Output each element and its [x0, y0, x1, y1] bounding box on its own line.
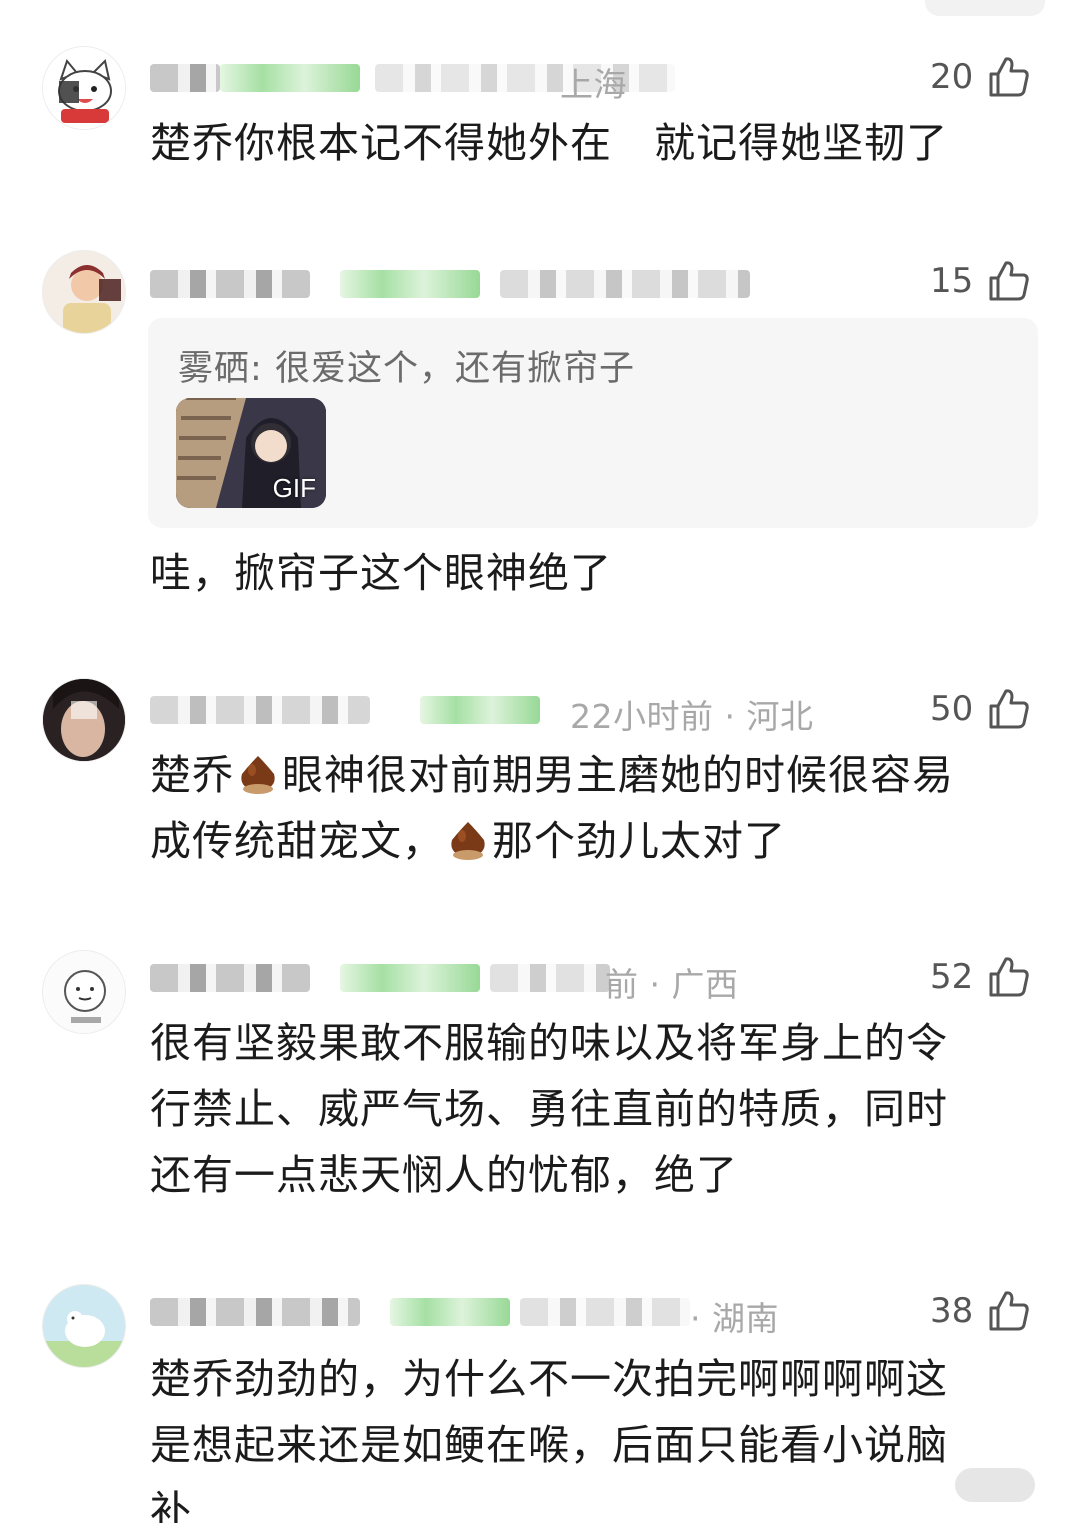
comment-time-location: 前 · 广西 — [605, 965, 739, 1004]
comment-meta: 22小时前 · 河北 — [150, 688, 930, 736]
comment-text-line: 行禁止、威严气场、勇往直前的特质，同时 — [150, 1085, 948, 1133]
avatar[interactable] — [42, 950, 126, 1034]
comment-text-part: 那个劲儿太对了 — [492, 817, 786, 865]
quoted-author: 雾硒 — [178, 349, 251, 389]
comment-text: 很有坚毅果敢不服输的味以及将军身上的令 行禁止、威严气场、勇往直前的特质，同时 … — [150, 1010, 1030, 1208]
user-badge — [420, 696, 540, 724]
comment-text: 楚乔你根本记不得她外在 就记得她坚韧了 — [150, 119, 949, 167]
comment-meta: 上海 — [150, 56, 930, 104]
user-badge — [340, 270, 480, 298]
quoted-reply-text: 雾硒: 很爱这个，还有掀帘子 — [178, 340, 635, 391]
like-button[interactable]: 52 — [930, 952, 1040, 1002]
cartoon-avatar-icon — [43, 951, 125, 1033]
comment-text-line: 很有坚毅果敢不服输的味以及将军身上的令 — [150, 1019, 948, 1067]
time-redacted — [500, 270, 750, 298]
comment-location: · 湖南 — [690, 1299, 779, 1338]
watermark-badge — [955, 1468, 1035, 1502]
quoted-separator: : — [250, 349, 263, 389]
like-button[interactable]: 38 — [930, 1286, 1040, 1336]
username-redacted — [150, 64, 220, 92]
thumbs-up-icon — [989, 689, 1029, 729]
avatar[interactable] — [42, 250, 126, 334]
comment-text: 哇，掀帘子这个眼神绝了 — [150, 549, 612, 597]
like-button[interactable]: 15 — [930, 256, 1040, 306]
user-badge — [390, 1298, 510, 1326]
chestnut-icon — [451, 822, 485, 860]
gif-label: GIF — [272, 473, 316, 503]
quoted-content: 很爱这个，还有掀帘子 — [274, 349, 635, 389]
thumbs-up-icon — [989, 957, 1029, 997]
time-redacted — [375, 64, 675, 92]
user-badge — [340, 964, 480, 992]
comment-text-part: 楚乔 — [150, 751, 234, 799]
chestnut-icon — [241, 756, 275, 794]
avatar[interactable] — [42, 46, 126, 130]
like-count: 20 — [930, 57, 974, 97]
comment-text: 楚乔 眼神很对前期男主磨她的时候很容易 成传统甜宠文， 那个劲儿太对了 — [150, 742, 1030, 874]
sheep-avatar-icon — [43, 1285, 125, 1367]
quoted-reply[interactable]: 雾硒: 很爱这个，还有掀帘子 GIF — [148, 318, 1038, 528]
username-redacted — [150, 270, 310, 298]
gif-thumbnail[interactable]: GIF — [176, 398, 326, 508]
comment-meta — [150, 262, 930, 306]
comment-text-line: 是想起来还是如鲠在喉，后面只能看小说脑 — [150, 1421, 948, 1469]
like-button[interactable]: 50 — [930, 684, 1040, 734]
comment-meta: 前 · 广西 — [150, 956, 930, 1004]
thumbs-up-icon — [989, 261, 1029, 301]
like-button[interactable]: 20 — [930, 52, 1040, 102]
username-redacted — [150, 964, 310, 992]
thumbs-up-icon — [989, 57, 1029, 97]
comment-text-line: 还有一点悲天悯人的忧郁，绝了 — [150, 1151, 738, 1199]
thumbs-up-icon — [989, 1291, 1029, 1331]
avatar[interactable] — [42, 678, 126, 762]
username-redacted — [150, 1298, 360, 1326]
username-redacted — [150, 696, 370, 724]
comment-text-line: 补 — [150, 1487, 192, 1523]
portrait-avatar-icon — [43, 679, 125, 761]
top-control[interactable] — [925, 0, 1045, 16]
comment-text-part: 成传统甜宠文， — [150, 817, 444, 865]
comment-meta: · 湖南 — [150, 1290, 930, 1338]
comment-text-line: 楚乔劲劲的，为什么不一次拍完啊啊啊啊这 — [150, 1355, 948, 1403]
avatar[interactable] — [42, 1284, 126, 1368]
comment-location: 上海 — [560, 65, 627, 104]
time-redacted — [490, 964, 610, 992]
like-count: 52 — [930, 957, 974, 997]
like-count: 38 — [930, 1291, 974, 1331]
person-avatar-icon — [43, 251, 125, 333]
comment-text-part: 眼神很对前期男主磨她的时候很容易 — [282, 751, 954, 799]
cat-avatar-icon — [43, 47, 125, 129]
time-redacted — [520, 1298, 690, 1326]
comment-time-location: 22小时前 · 河北 — [570, 697, 814, 736]
user-badge — [220, 64, 360, 92]
like-count: 15 — [930, 261, 974, 301]
like-count: 50 — [930, 689, 974, 729]
comment-feed: 上海 20 楚乔你根本记不得她外在 就记得她坚韧了 15 雾硒: 很爱这个，还有… — [0, 0, 1080, 1523]
comment-text: 楚乔劲劲的，为什么不一次拍完啊啊啊啊这 是想起来还是如鲠在喉，后面只能看小说脑 … — [150, 1346, 1030, 1523]
